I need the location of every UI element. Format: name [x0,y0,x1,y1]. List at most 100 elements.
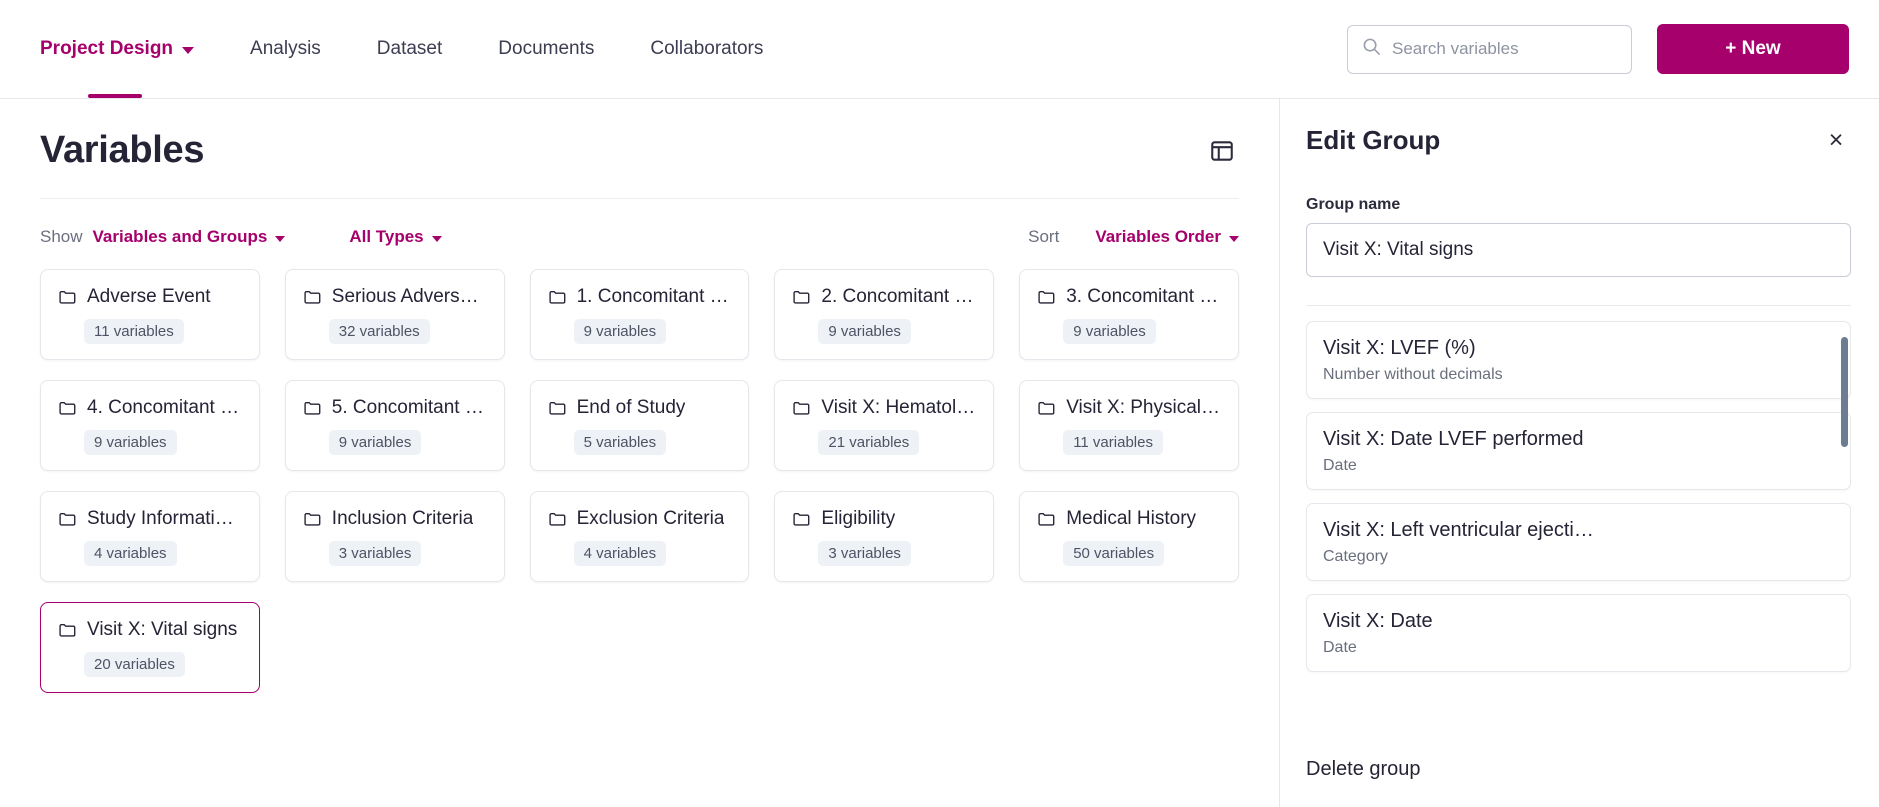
variable-type: Category [1323,548,1388,565]
close-icon[interactable]: × [1821,126,1851,156]
group-card[interactable]: Eligibility 3 variables [774,491,995,582]
group-card-title-row: Study Information / D… [58,508,242,530]
variable-list-item[interactable]: Visit X: Left ventricular ejecti… Categor… [1306,503,1851,581]
group-card-title-row: Visit X: Vital signs [58,619,242,641]
group-card[interactable]: 1. Concomitant Medic… 9 variables [529,269,750,360]
filter-toolbar: Show Variables and Groups All Types Sort… [40,199,1239,263]
group-card-title: 5. Concomitant Medic… [331,397,487,418]
group-card-title-row: Inclusion Criteria [303,508,487,530]
group-card-count-badge: 11 variables [84,319,184,344]
group-card-count-badge: 4 variables [84,541,177,566]
panel-footer: Delete group [1306,736,1851,807]
nav-item-collaborators[interactable]: Collaborators [622,0,791,98]
sort-dropdown[interactable]: Variables Order [1095,227,1239,247]
folder-icon [548,399,567,418]
show-dropdown[interactable]: Variables and Groups [93,227,286,247]
group-card-title-row: Exclusion Criteria [548,508,732,530]
show-label: Show [40,227,83,246]
group-card-title: Exclusion Criteria [576,508,725,529]
variable-type: Date [1323,457,1357,474]
type-dropdown[interactable]: All Types [349,227,442,247]
nav-item-documents[interactable]: Documents [470,0,622,98]
group-card-count-badge: 5 variables [573,430,667,455]
group-card[interactable]: Serious Adverse Event 32 variables [284,269,505,360]
group-card-title-row: End of Study [548,397,732,419]
nav-item-analysis[interactable]: Analysis [222,0,349,98]
group-card-title: Visit X: Hematology [821,397,977,418]
nav-item-project-design[interactable]: Project Design [40,0,222,98]
show-dropdown-value: Variables and Groups [92,227,268,246]
group-card-title-row: 1. Concomitant Medic… [548,286,732,308]
group-card[interactable]: End of Study 5 variables [529,380,750,471]
group-card[interactable]: 3. Concomitant Medic… 9 variables [1019,269,1239,360]
group-card[interactable]: Medical History 50 variables [1019,491,1239,582]
folder-icon [1037,288,1056,307]
page-header: Variables [40,99,1239,199]
folder-icon [303,399,322,418]
variable-name: Visit X: Date LVEF performed [1323,428,1584,450]
variable-list[interactable]: Visit X: LVEF (%) Number without decimals… [1306,321,1851,736]
active-tab-indicator [88,94,142,98]
variable-list-item[interactable]: Visit X: Date LVEF performed Date [1306,412,1851,490]
variable-type: Number without decimals [1323,366,1503,383]
group-card-title-row: Medical History [1037,508,1221,530]
group-card[interactable]: Visit X: Hematology 21 variables [774,380,995,471]
group-card-count-badge: 9 variables [573,319,667,344]
nav-item-label: Project Design [40,38,174,59]
group-card-count-badge: 32 variables [328,319,430,344]
group-card[interactable]: 2. Concomitant Medic… 9 variables [774,269,995,360]
chevron-down-icon [431,235,442,242]
group-card-title-row: 5. Concomitant Medic… [303,397,487,419]
group-card-title-row: 4. Concomitant Medic… [58,397,242,419]
nav-item-label: Analysis [250,38,321,59]
nav-items: Project Design Analysis Dataset Document… [40,0,791,98]
edit-group-panel: Edit Group × Group name Visit X: LVEF (%… [1279,99,1879,807]
group-card-grid: Adverse Event 11 variables Serious Adverse… [40,263,1239,693]
variable-list-item[interactable]: Visit X: LVEF (%) Number without decimals [1306,321,1851,399]
group-name-input[interactable] [1306,223,1851,277]
group-card-count-badge: 9 variables [84,430,177,455]
search-box[interactable] [1347,24,1632,74]
group-card-count-badge: 20 variables [84,652,185,677]
folder-icon [58,510,77,529]
group-card-title-row: Serious Adverse Event [303,286,487,308]
panel-divider [1306,305,1851,306]
new-button[interactable]: + New [1657,24,1849,74]
group-card-count-badge: 4 variables [573,541,667,566]
folder-icon [58,399,77,418]
group-card-title: 2. Concomitant Medic… [821,286,976,307]
group-card[interactable]: 5. Concomitant Medic… 9 variables [284,380,505,471]
group-card-title: 3. Concomitant Medic… [1066,286,1221,307]
variable-name: Visit X: Left ventricular ejecti… [1323,519,1594,541]
search-input[interactable] [1392,39,1617,59]
group-card-count-badge: 21 variables [818,430,920,455]
group-card[interactable]: Exclusion Criteria 4 variables [529,491,750,582]
panel-layout-toggle-icon[interactable] [1205,134,1239,168]
folder-icon [792,288,811,307]
group-card[interactable]: Study Information / D… 4 variables [40,491,260,582]
delete-group-button[interactable]: Delete group [1306,758,1421,781]
variable-list-item[interactable]: Visit X: Date Date [1306,594,1851,672]
group-card-title: Visit X: Vital signs [87,619,238,640]
nav-item-label: Collaborators [650,38,764,59]
type-dropdown-value: All Types [349,227,424,246]
group-card-title-row: Adverse Event [58,286,242,308]
group-card[interactable]: Visit X: Vital signs 20 variables [40,602,260,693]
nav-right-actions: + New [1347,24,1849,74]
group-card[interactable]: Visit X: Physical Exam 11 variables [1019,380,1239,471]
folder-icon [548,288,567,307]
group-card-count-badge: 50 variables [1063,541,1165,566]
group-card[interactable]: Inclusion Criteria 3 variables [284,491,505,582]
main-content: Variables Show Variables and Groups All … [0,99,1279,807]
panel-header: Edit Group × [1306,99,1851,164]
group-card-title: End of Study [576,397,686,418]
group-card-title: 1. Concomitant Medic… [576,286,732,307]
nav-item-dataset[interactable]: Dataset [349,0,470,98]
group-card[interactable]: Adverse Event 11 variables [40,269,260,360]
chevron-down-icon [1229,235,1239,242]
folder-icon [792,399,811,418]
group-card[interactable]: 4. Concomitant Medic… 9 variables [40,380,260,471]
folder-icon [58,621,77,640]
group-card-title-row: Visit X: Physical Exam [1037,397,1221,419]
folder-icon [303,288,322,307]
